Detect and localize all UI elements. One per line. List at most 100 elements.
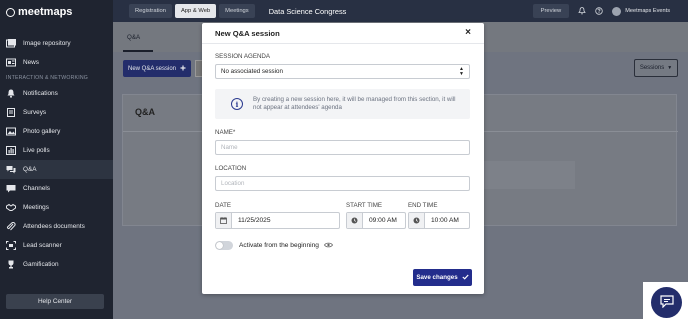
user-name: Meetmaps Events [625, 8, 670, 14]
sidebar: meetmaps Image repository News INTERACTI… [0, 0, 113, 319]
sidebar-item-label: News [23, 59, 39, 66]
save-label: Save changes [416, 274, 458, 281]
eye-icon[interactable] [323, 242, 333, 250]
sidebar-item-label: Image repository [23, 40, 71, 47]
sidebar-item-label: Channels [23, 185, 51, 192]
gallery-icon [6, 127, 16, 136]
session-agenda-label: SESSION AGENDA [215, 53, 271, 60]
close-icon[interactable]: × [465, 28, 471, 38]
logo-text: meetmaps [18, 6, 73, 18]
caret-down-icon: ▼ [667, 65, 673, 71]
save-changes-button[interactable]: Save changes [413, 269, 472, 286]
sidebar-item-qa[interactable]: Q&A [0, 160, 113, 179]
sidebar-item-photo-gallery[interactable]: Photo gallery [0, 122, 113, 141]
end-time-field[interactable]: 10:00 AM [408, 212, 470, 229]
sidebar-item-image-repository[interactable]: Image repository [0, 34, 113, 53]
plus-icon [180, 65, 186, 73]
activate-toggle-row: Activate from the beginning [215, 241, 333, 250]
info-text: By creating a new session here, it will … [253, 95, 456, 111]
event-name: Data Science Congress [268, 6, 347, 16]
start-time-value: 09:00 AM [369, 217, 397, 224]
logo-icon [6, 7, 15, 17]
scanner-icon [6, 241, 16, 250]
chat-support-button[interactable] [651, 287, 682, 318]
clock-icon [347, 213, 363, 228]
new-session-label: New Q&A session [127, 65, 177, 72]
poll-icon [6, 146, 16, 155]
sidebar-item-channels[interactable]: Channels [0, 179, 113, 198]
qa-icon [6, 165, 16, 174]
sidebar-item-meetings[interactable]: Meetings [0, 198, 113, 217]
preview-button[interactable]: Preview [532, 4, 570, 18]
session-agenda-select[interactable]: No associated session ▲ ▼ [215, 64, 470, 79]
sidebar-item-label: Meetings [23, 204, 49, 211]
sidebar-item-lead-scanner[interactable]: Lead scanner [0, 236, 113, 255]
location-label: LOCATION [215, 165, 247, 172]
end-time-label: END TIME [408, 202, 438, 209]
modal-header: New Q&A session × [202, 23, 484, 44]
sidebar-item-label: Notifications [23, 90, 58, 97]
check-icon [462, 274, 469, 282]
tab-meetings[interactable]: Meetings [219, 4, 255, 18]
sidebar-item-news[interactable]: News [0, 53, 113, 72]
panel-title: Q&A [135, 107, 155, 117]
sidebar-item-label: Attendees documents [23, 223, 85, 230]
toggle-label: Activate from the beginning [239, 242, 319, 249]
end-time-value: 10:00 AM [431, 217, 459, 224]
sidebar-item-label: Surveys [23, 109, 47, 116]
sidebar-item-surveys[interactable]: Surveys [0, 103, 113, 122]
session-agenda-value: No associated session [221, 68, 283, 75]
sidebar-section-title: INTERACTION & NETWORKING [6, 75, 89, 81]
modal-title: New Q&A session [215, 28, 280, 38]
image-icon [6, 39, 16, 48]
bell-icon[interactable] [578, 7, 586, 15]
start-time-field[interactable]: 09:00 AM [346, 212, 406, 229]
sidebar-item-gamification[interactable]: Gamification [0, 255, 113, 274]
help-center-button[interactable]: Help Center [6, 294, 104, 309]
top-bar: Registration App & Web Meetings Data Sci… [113, 0, 688, 22]
sidebar-item-live-polls[interactable]: Live polls [0, 141, 113, 160]
date-value: 11/25/2025 [238, 217, 271, 224]
sessions-dropdown[interactable]: Sessions ▼ [634, 59, 678, 77]
handshake-icon [6, 203, 16, 212]
date-field[interactable]: 11/25/2025 [215, 212, 340, 229]
sessions-label: Sessions [639, 65, 665, 71]
sidebar-item-label: Live polls [23, 147, 50, 154]
name-label: NAME* [215, 129, 236, 136]
activate-toggle[interactable] [215, 241, 233, 250]
sidebar-item-notifications[interactable]: Notifications [0, 84, 113, 103]
trophy-icon [6, 260, 16, 269]
tab-qa[interactable]: Q&A [127, 34, 140, 41]
date-label: DATE [215, 202, 232, 209]
active-tab-indicator [123, 50, 153, 52]
tab-registration[interactable]: Registration [129, 4, 172, 18]
info-box: i By creating a new session here, it wil… [215, 89, 470, 119]
logo[interactable]: meetmaps [0, 0, 113, 24]
name-input[interactable] [215, 140, 470, 155]
chat-icon [659, 295, 674, 310]
new-qa-session-modal: New Q&A session × SESSION AGENDA No asso… [202, 23, 484, 294]
sidebar-item-label: Lead scanner [23, 242, 62, 249]
sidebar-item-attendees-documents[interactable]: Attendees documents [0, 217, 113, 236]
placeholder-block [471, 161, 575, 189]
user-menu[interactable]: Meetmaps Events [612, 6, 670, 16]
sidebar-item-label: Gamification [23, 261, 59, 268]
sidebar-item-label: Photo gallery [23, 128, 61, 135]
avatar [612, 6, 622, 16]
news-icon [6, 58, 16, 67]
help-icon[interactable] [595, 7, 603, 15]
survey-icon [6, 108, 16, 117]
sidebar-list: Image repository News INTERACTION & NETW… [0, 34, 113, 274]
location-input[interactable] [215, 176, 470, 191]
start-time-label: START TIME [346, 202, 382, 209]
select-arrows-icon: ▲ ▼ [459, 66, 464, 77]
top-right-controls: Preview Meetmaps Events [532, 4, 688, 18]
sidebar-item-label: Q&A [23, 166, 37, 173]
calendar-icon [216, 213, 232, 228]
top-nav: Registration App & Web Meetings [129, 4, 255, 18]
paperclip-icon [6, 222, 16, 231]
toggle-knob [216, 242, 223, 249]
clock-icon [409, 213, 425, 228]
new-qa-session-button[interactable]: New Q&A session [123, 60, 191, 77]
tab-app-web[interactable]: App & Web [174, 4, 217, 18]
